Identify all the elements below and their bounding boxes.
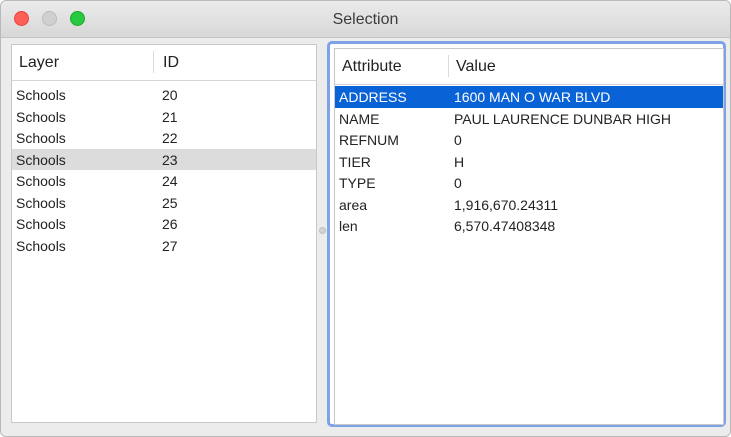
- table-row[interactable]: Schools 27: [12, 235, 316, 257]
- table-row[interactable]: area 1,916,670.24311: [335, 194, 723, 216]
- value-cell: 0: [454, 132, 462, 148]
- table-row[interactable]: Schools 22: [12, 127, 316, 149]
- table-row[interactable]: Schools 25: [12, 192, 316, 214]
- table-row-highlighted[interactable]: Schools 23: [12, 148, 316, 170]
- column-header-attribute[interactable]: Attribute: [342, 58, 402, 76]
- table-row[interactable]: REFNUM 0: [335, 129, 723, 151]
- table-row[interactable]: Schools 21: [12, 106, 316, 128]
- attribute-cell: area: [339, 196, 368, 213]
- column-header-value[interactable]: Value: [456, 58, 496, 76]
- id-cell: 22: [162, 130, 178, 146]
- attribute-cell: TIER: [339, 153, 371, 170]
- id-cell: 20: [162, 87, 178, 103]
- attributes-table-body: ADDRESS 1600 MAN O WAR BLVD NAME PAUL LAUR…: [335, 85, 723, 237]
- table-row[interactable]: Schools 20: [12, 84, 316, 106]
- id-cell: 23: [162, 151, 178, 168]
- split-view-divider-handle[interactable]: [319, 227, 326, 234]
- table-row[interactable]: len 6,570.47408348: [335, 215, 723, 237]
- layer-cell: Schools: [16, 173, 66, 189]
- features-table[interactable]: Layer ID Schools 20 Schools 21 Schools 22 S…: [11, 44, 317, 423]
- title-bar[interactable]: Selection: [1, 1, 730, 38]
- layer-cell: Schools: [16, 87, 66, 103]
- attributes-table[interactable]: Attribute Value ADDRESS 1600 MAN O WAR BL…: [334, 48, 724, 425]
- features-table-body: Schools 20 Schools 21 Schools 22 Schools 23 …: [12, 81, 316, 256]
- id-cell: 27: [162, 237, 178, 254]
- attribute-cell: REFNUM: [339, 132, 399, 148]
- table-row[interactable]: TIER H: [335, 151, 723, 173]
- column-header-id[interactable]: ID: [163, 54, 179, 72]
- attributes-focus-ring: Attribute Value ADDRESS 1600 MAN O WAR BL…: [327, 41, 726, 427]
- id-cell: 21: [162, 108, 178, 125]
- value-cell: 1,916,670.24311: [454, 196, 559, 213]
- table-row[interactable]: Schools 24: [12, 170, 316, 192]
- layer-cell: Schools: [16, 151, 66, 168]
- value-cell: 1600 MAN O WAR BLVD: [454, 89, 611, 105]
- attribute-cell: TYPE: [339, 175, 376, 191]
- layer-cell: Schools: [16, 237, 66, 254]
- layer-cell: Schools: [16, 216, 66, 232]
- value-cell: H: [454, 153, 465, 170]
- attributes-table-header: Attribute Value: [335, 49, 723, 85]
- window-title: Selection: [332, 11, 399, 28]
- value-cell: 6,570.47408348: [454, 218, 556, 234]
- column-separator[interactable]: [153, 51, 154, 73]
- layer-cell: Schools: [16, 194, 66, 211]
- table-row[interactable]: Schools 26: [12, 213, 316, 235]
- layer-cell: Schools: [16, 130, 66, 146]
- column-separator[interactable]: [448, 55, 449, 77]
- selection-window: Selection Layer ID Schools 20 Schools 21 S…: [0, 0, 731, 437]
- table-row[interactable]: TYPE 0: [335, 172, 723, 194]
- layer-cell: Schools: [16, 108, 66, 125]
- value-cell: PAUL LAURENCE DUNBAR HIGH: [454, 110, 672, 127]
- id-cell: 25: [162, 194, 178, 211]
- column-header-layer[interactable]: Layer: [19, 54, 59, 72]
- attribute-cell: ADDRESS: [339, 89, 407, 105]
- attribute-cell: NAME: [339, 110, 380, 127]
- attribute-cell: len: [339, 218, 358, 234]
- id-cell: 26: [162, 216, 178, 232]
- id-cell: 24: [162, 173, 178, 189]
- value-cell: 0: [454, 175, 462, 191]
- table-row-selected[interactable]: ADDRESS 1600 MAN O WAR BLVD: [335, 86, 723, 108]
- table-row[interactable]: NAME PAUL LAURENCE DUNBAR HIGH: [335, 108, 723, 130]
- features-table-header: Layer ID: [12, 45, 316, 81]
